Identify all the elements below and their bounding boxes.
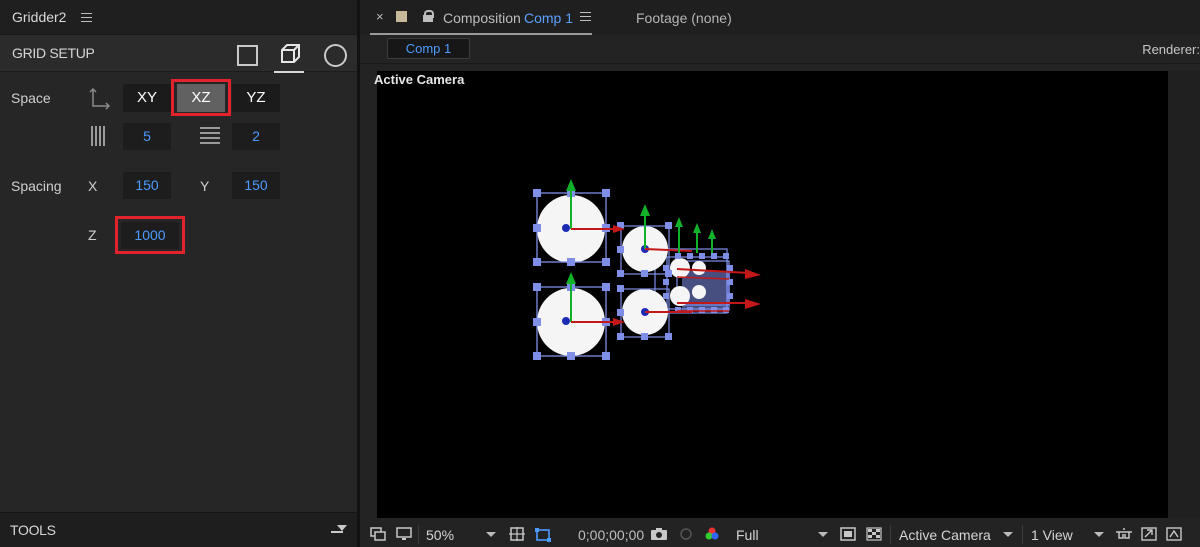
panel-menu-icon[interactable] — [81, 13, 92, 22]
chevron-down-icon[interactable] — [1003, 532, 1013, 537]
camera-icon[interactable] — [650, 527, 667, 541]
fast-previews-icon[interactable] — [1166, 527, 1182, 541]
viewer-toolbar: 50% 0;00;00;00 Full Active Camera 1 View — [360, 522, 1200, 547]
lock-icon[interactable] — [423, 10, 434, 22]
separator — [418, 525, 419, 544]
label-color-swatch[interactable] — [396, 11, 407, 22]
viewer-scrollbar[interactable] — [1168, 71, 1200, 518]
chevron-down-icon[interactable] — [486, 532, 496, 537]
export-icon[interactable] — [1141, 527, 1157, 541]
comp-navigator: Comp 1 Renderer: — [360, 35, 1200, 64]
rows-icon — [199, 125, 221, 147]
chevron-down-icon[interactable] — [1094, 532, 1104, 537]
spacing-label: Spacing — [11, 178, 62, 194]
spacing-y-input[interactable]: 150 — [232, 172, 280, 199]
circle-icon[interactable] — [322, 42, 347, 67]
tools-bar[interactable]: TOOLS — [0, 512, 357, 547]
columns-icon — [89, 125, 109, 147]
plane-yz-button[interactable]: YZ — [232, 84, 280, 112]
tab-comp-name: Comp 1 — [524, 10, 574, 26]
cube-icon[interactable] — [274, 42, 304, 73]
chevron-down-icon[interactable] — [818, 532, 828, 537]
view-layout-dropdown[interactable]: 1 View — [1031, 527, 1073, 543]
3d-glasses-icon[interactable] — [1115, 527, 1132, 541]
axes-icon — [87, 87, 111, 111]
square-icon[interactable] — [234, 42, 258, 66]
color-channels-icon[interactable] — [704, 527, 720, 541]
transparency-icon[interactable] — [866, 527, 882, 541]
composition-viewer[interactable]: Active Camera — [374, 71, 1168, 518]
tools-label: TOOLS — [10, 522, 56, 538]
plane-xy-button[interactable]: XY — [123, 84, 171, 112]
tab-footage[interactable]: Footage (none) — [636, 10, 732, 26]
snapshot-icon[interactable] — [370, 527, 386, 541]
region-icon[interactable] — [840, 527, 856, 541]
panel-title: Gridder2 — [12, 9, 67, 25]
mask-icon[interactable] — [534, 527, 551, 542]
close-icon[interactable]: × — [376, 9, 384, 24]
expand-icon[interactable] — [331, 525, 347, 535]
timecode[interactable]: 0;00;00;00 — [578, 527, 644, 543]
resolution-dropdown[interactable]: Full — [736, 527, 759, 543]
panel-tab[interactable]: Gridder2 — [0, 0, 357, 35]
spacing-x-input[interactable]: 150 — [123, 172, 171, 199]
grid-icon[interactable] — [509, 527, 525, 541]
highlight-box — [115, 216, 185, 254]
tab-composition[interactable]: × Composition Comp 1 — [370, 0, 592, 35]
separator — [890, 525, 891, 544]
columns-input[interactable]: 5 — [123, 123, 171, 150]
monitor-icon[interactable] — [396, 527, 412, 541]
highlight-box — [171, 79, 231, 116]
tab-prefix: Composition — [443, 10, 521, 26]
spacing-z-label: Z — [88, 227, 97, 243]
zoom-dropdown[interactable]: 50% — [426, 527, 454, 543]
space-label: Space — [11, 90, 51, 106]
comp-chip[interactable]: Comp 1 — [387, 38, 470, 59]
tab-menu-icon[interactable] — [580, 12, 591, 21]
gridder-panel: Gridder2 GRID SETUP Space XY X Z YZ 5 2 S… — [0, 0, 357, 547]
rows-input[interactable]: 2 — [232, 123, 280, 150]
spacing-x-label: X — [88, 178, 98, 194]
spacing-y-label: Y — [200, 178, 210, 194]
tab-bar: × Composition Comp 1 Footage (none) — [360, 0, 1200, 35]
grid-setup-label: GRID SETUP — [12, 45, 95, 61]
camera-dropdown[interactable]: Active Camera — [899, 527, 991, 543]
show-snapshot-icon[interactable] — [678, 527, 694, 541]
separator — [1022, 525, 1023, 544]
composition-panel: × Composition Comp 1 Footage (none) Comp… — [360, 0, 1200, 547]
grid-setup-bar: GRID SETUP — [0, 35, 357, 73]
scene-preview[interactable] — [377, 71, 1168, 518]
renderer-label[interactable]: Renderer: — [1142, 42, 1200, 57]
